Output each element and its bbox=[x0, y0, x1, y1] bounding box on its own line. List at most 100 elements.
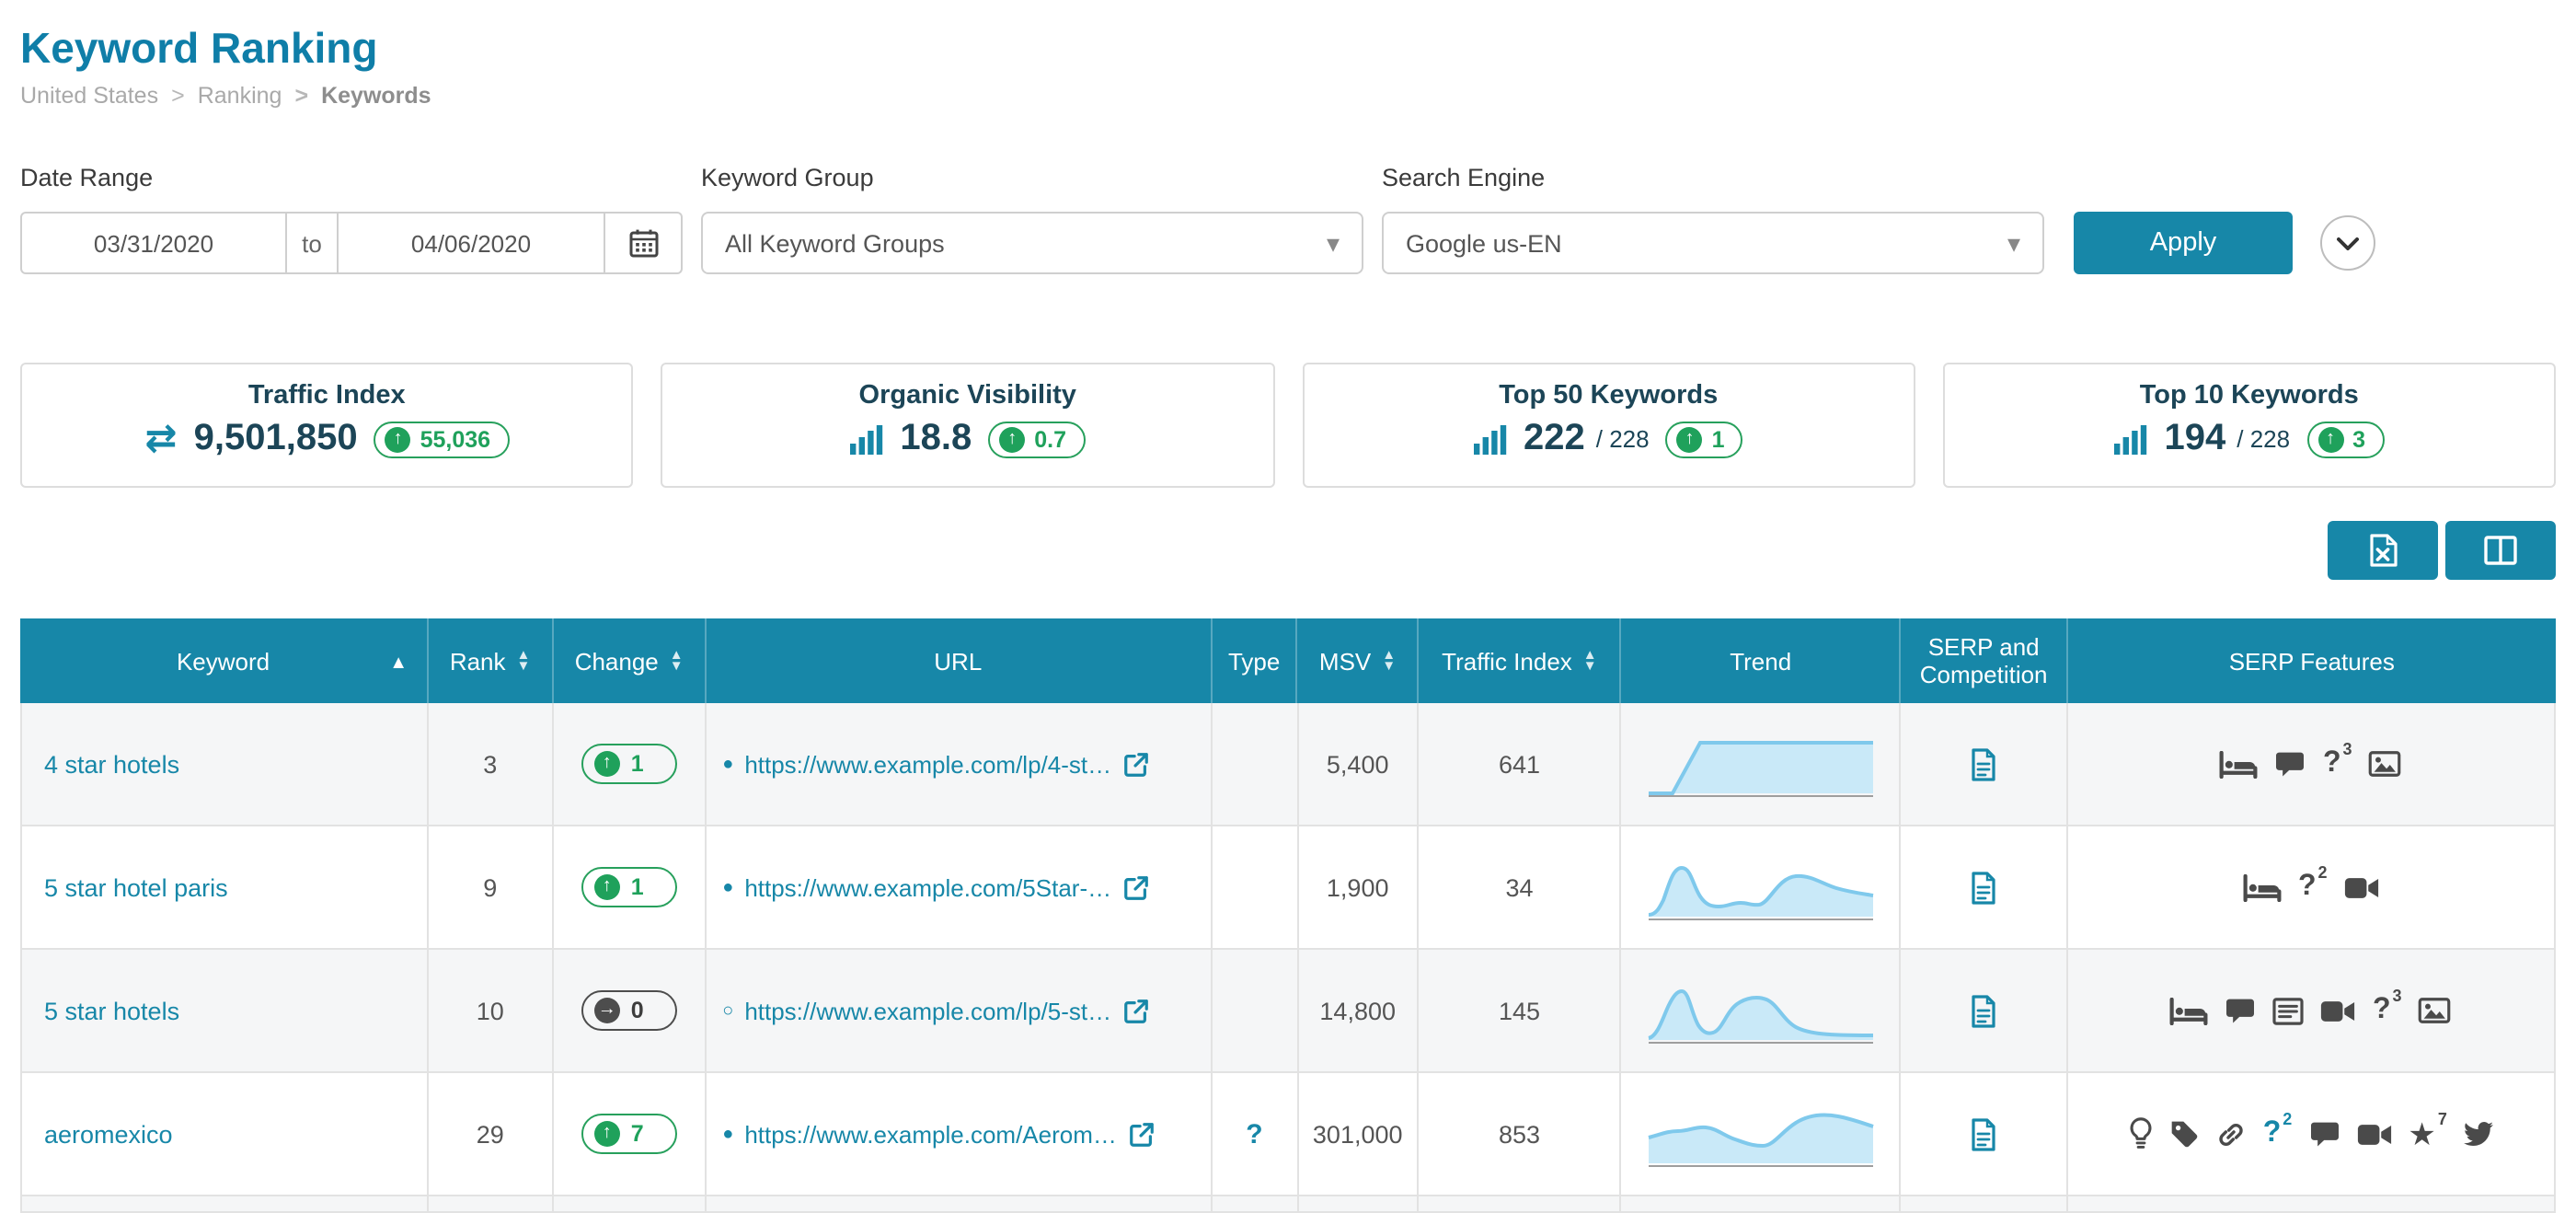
rating-star-icon: ★ 7 bbox=[2408, 1109, 2447, 1151]
metric-value: 222 bbox=[1524, 418, 1585, 458]
keyword-group-select[interactable]: All Keyword Groups bbox=[701, 212, 1363, 274]
table-row: 4 star hotels 3 ↑ 1 ● https://www.example.… bbox=[20, 703, 2556, 826]
arrow-up-circle-icon: ↑ bbox=[999, 426, 1026, 452]
arrow-up-circle-icon: ↑ bbox=[385, 426, 411, 452]
type-cell bbox=[1213, 703, 1299, 825]
trend-sparkline bbox=[1647, 988, 1873, 1044]
reviews-icon bbox=[2308, 1120, 2340, 1148]
arrow-up-circle-icon: ↑ bbox=[593, 874, 620, 900]
questions-icon: ? 3 bbox=[2322, 740, 2352, 779]
date-from-input[interactable] bbox=[20, 212, 287, 274]
toggle-columns-icon bbox=[2484, 536, 2517, 565]
column-header-traffic-index[interactable]: Traffic Index bbox=[1419, 618, 1622, 703]
arrow-up-circle-icon: ↑ bbox=[1676, 426, 1703, 452]
sort-icon bbox=[517, 649, 531, 673]
hotel-pack-icon bbox=[2170, 997, 2209, 1024]
table-row-partial bbox=[20, 1196, 2556, 1213]
video-icon bbox=[2321, 999, 2356, 1022]
rank-cell: 9 bbox=[428, 826, 555, 948]
type-cell bbox=[1213, 826, 1299, 948]
serp-document-icon[interactable] bbox=[1969, 1116, 1998, 1151]
trend-sparkline bbox=[1648, 865, 1874, 920]
chevron-down-icon bbox=[2007, 227, 2020, 259]
metric-total: / 228 bbox=[1595, 425, 1650, 453]
traffic-index-cell: 853 bbox=[1419, 1073, 1622, 1195]
url-status-dot: ● bbox=[722, 1124, 734, 1144]
url-link[interactable]: https://www.example.com/lp/5-st… bbox=[744, 997, 1111, 1024]
reviews-icon bbox=[2275, 750, 2306, 778]
url-status-dot: ● bbox=[722, 877, 734, 897]
metric-delta-value: 0.7 bbox=[1034, 426, 1067, 452]
search-engine-select[interactable]: Google us-EN bbox=[1382, 212, 2044, 274]
metric-title: Traffic Index bbox=[247, 381, 406, 410]
metric-total: / 228 bbox=[2237, 425, 2291, 453]
metric-delta-value: 3 bbox=[2352, 426, 2365, 452]
keyword-link[interactable]: 4 star hotels bbox=[44, 750, 179, 778]
apply-button[interactable]: Apply bbox=[2074, 212, 2293, 274]
external-link-icon[interactable] bbox=[1128, 1120, 1156, 1148]
table-header: Keyword Rank Change URL Type MSV Traffic… bbox=[20, 618, 2556, 703]
breadcrumb-item-ranking[interactable]: Ranking bbox=[158, 83, 282, 109]
excel-export-button[interactable] bbox=[2328, 521, 2438, 580]
column-header-keyword[interactable]: Keyword bbox=[20, 618, 429, 703]
rank-cell: 3 bbox=[428, 703, 555, 825]
keyword-group-label: Keyword Group bbox=[701, 164, 874, 191]
external-link-icon[interactable] bbox=[1122, 997, 1150, 1024]
arrow-up-circle-icon: ↑ bbox=[2317, 426, 2344, 452]
change-badge: ↑ 7 bbox=[581, 1114, 677, 1154]
trend-cell bbox=[1622, 826, 1902, 948]
change-badge: → 0 bbox=[581, 990, 677, 1031]
url-link[interactable]: https://www.example.com/lp/4-st… bbox=[744, 750, 1111, 778]
breadcrumb: United StatesRankingKeywords bbox=[20, 83, 2556, 109]
serp-document-icon[interactable] bbox=[1969, 993, 1998, 1028]
sort-asc-icon bbox=[389, 645, 408, 676]
url-link[interactable]: https://www.example.com/5Star-… bbox=[744, 873, 1111, 901]
sort-icon bbox=[1583, 649, 1597, 673]
trend-sparkline bbox=[1648, 741, 1873, 797]
table-row: aeromexico 29 ↑ 7 ● https://www.example.co… bbox=[20, 1073, 2556, 1196]
column-header-msv[interactable]: MSV bbox=[1298, 618, 1420, 703]
column-header-change[interactable]: Change bbox=[554, 618, 707, 703]
trend-cell bbox=[1622, 703, 1902, 825]
keyword-link[interactable]: 5 star hotel paris bbox=[44, 873, 228, 901]
metric-title: Organic Visibility bbox=[858, 381, 1076, 410]
rank-cell: 10 bbox=[428, 950, 555, 1071]
column-header-trend: Trend bbox=[1622, 618, 1902, 703]
expand-filters-button[interactable] bbox=[2320, 215, 2375, 271]
external-link-icon[interactable] bbox=[1122, 750, 1150, 778]
serp-features-cell: ? 2 bbox=[2068, 826, 2556, 948]
bar-chart-icon bbox=[1474, 424, 1507, 454]
twitter-icon bbox=[2464, 1119, 2493, 1149]
serp-document-icon[interactable] bbox=[1969, 870, 1998, 905]
hotel-pack-icon bbox=[2220, 750, 2259, 778]
keyword-link[interactable]: 5 star hotels bbox=[44, 997, 179, 1024]
date-to-input[interactable] bbox=[339, 212, 605, 274]
msv-cell: 14,800 bbox=[1298, 950, 1420, 1071]
toggle-columns-button[interactable] bbox=[2445, 521, 2556, 580]
metric-delta-badge: ↑ 3 bbox=[2306, 421, 2384, 457]
external-link-icon[interactable] bbox=[1122, 873, 1150, 901]
traffic-index-cell: 641 bbox=[1419, 703, 1622, 825]
page-title: Keyword Ranking bbox=[20, 24, 378, 72]
url-status-dot: ● bbox=[722, 754, 734, 774]
metric-delta-badge: ↑ 1 bbox=[1665, 421, 1743, 457]
column-header-rank[interactable]: Rank bbox=[428, 618, 555, 703]
links-icon bbox=[2215, 1118, 2247, 1149]
date-to-label: to bbox=[287, 212, 339, 274]
msv-cell: 301,000 bbox=[1298, 1073, 1420, 1195]
table-row: 5 star hotel paris 9 ↑ 1 ● https://www.exa… bbox=[20, 826, 2556, 950]
chevron-down-icon bbox=[2337, 237, 2359, 249]
keyword-group-value: All Keyword Groups bbox=[725, 229, 945, 257]
filters-bar: Date Range Keyword Group Search Engine t… bbox=[0, 164, 2576, 282]
news-icon bbox=[2273, 997, 2305, 1024]
calendar-button[interactable] bbox=[605, 212, 683, 274]
date-range-control: to bbox=[20, 212, 683, 274]
metric-card-top-10-keywords: Top 10 Keywords 194 / 228 ↑ 3 bbox=[1942, 363, 2556, 488]
keyword-link[interactable]: aeromexico bbox=[44, 1120, 173, 1148]
breadcrumb-item-country[interactable]: United States bbox=[20, 83, 158, 109]
url-link[interactable]: https://www.example.com/Aerom… bbox=[744, 1120, 1117, 1148]
sort-icon bbox=[1382, 649, 1396, 673]
serp-document-icon[interactable] bbox=[1969, 746, 1998, 781]
serp-features-cell: ? 3 bbox=[2068, 703, 2556, 825]
metric-card-organic-visibility: Organic Visibility 18.8 ↑ 0.7 bbox=[661, 363, 1274, 488]
